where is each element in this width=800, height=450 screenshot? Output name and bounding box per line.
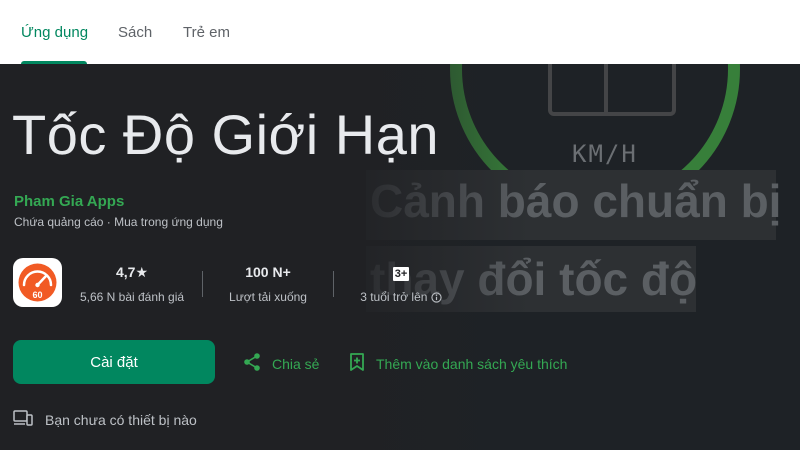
device-note: Bạn chưa có thiết bị nào: [45, 411, 197, 428]
install-button[interactable]: Cài đặt: [13, 340, 215, 384]
share-button[interactable]: Chia sẻ: [242, 352, 319, 375]
content-rating-label: 3 tuổi trở lên: [360, 290, 428, 304]
tab-books[interactable]: Sách: [118, 24, 152, 41]
content-rating-badge-wrap: 3+: [352, 264, 450, 282]
stat-divider: [333, 271, 334, 297]
device-availability: Bạn chưa có thiết bị nào: [13, 409, 197, 430]
speed-digits-graphic: [548, 64, 676, 116]
review-count: 5,66 N bài đánh giá: [79, 290, 185, 304]
app-title: Tốc Độ Giới Hạn: [12, 103, 440, 166]
add-to-wishlist-button[interactable]: Thêm vào danh sách yêu thích: [348, 352, 567, 375]
devices-icon: [13, 409, 33, 430]
content-rating-stat: 3+ 3 tuổi trở lên: [352, 264, 450, 306]
icon-speed-number: 60: [32, 290, 42, 300]
rating-value: 4,7★: [115, 264, 148, 280]
top-tab-bar: Ứng dụng Sách Trẻ em: [0, 0, 800, 64]
app-icon: 60: [13, 258, 62, 307]
tab-apps[interactable]: Ứng dụng: [21, 24, 88, 41]
rating-stat: 4,7★ 5,66 N bài đánh giá: [78, 264, 186, 304]
downloads-stat: 100 N+ Lượt tải xuống: [218, 264, 318, 304]
speed-unit-label: KM/H: [572, 140, 638, 168]
active-tab-indicator: [21, 61, 87, 64]
share-label: Chia sẻ: [272, 355, 320, 372]
developer-link[interactable]: Pham Gia Apps: [14, 193, 124, 210]
downloads-label: Lượt tải xuống: [229, 290, 307, 304]
downloads-value: 100 N+: [245, 264, 291, 280]
content-rating-row: 3 tuổi trở lên: [352, 290, 450, 306]
stat-divider: [202, 271, 203, 297]
wishlist-label: Thêm vào danh sách yêu thích: [376, 355, 568, 372]
info-icon[interactable]: [431, 292, 442, 306]
app-hero: KM/H Cảnh báo chuẩn bị thay đổi tốc độ T…: [0, 64, 800, 450]
tab-kids[interactable]: Trẻ em: [183, 24, 230, 41]
ads-iap-note: Chứa quảng cáo · Mua trong ứng dụng: [14, 215, 223, 229]
share-icon: [242, 352, 262, 375]
content-rating-badge: 3+: [392, 267, 410, 281]
bookmark-add-icon: [348, 352, 366, 375]
